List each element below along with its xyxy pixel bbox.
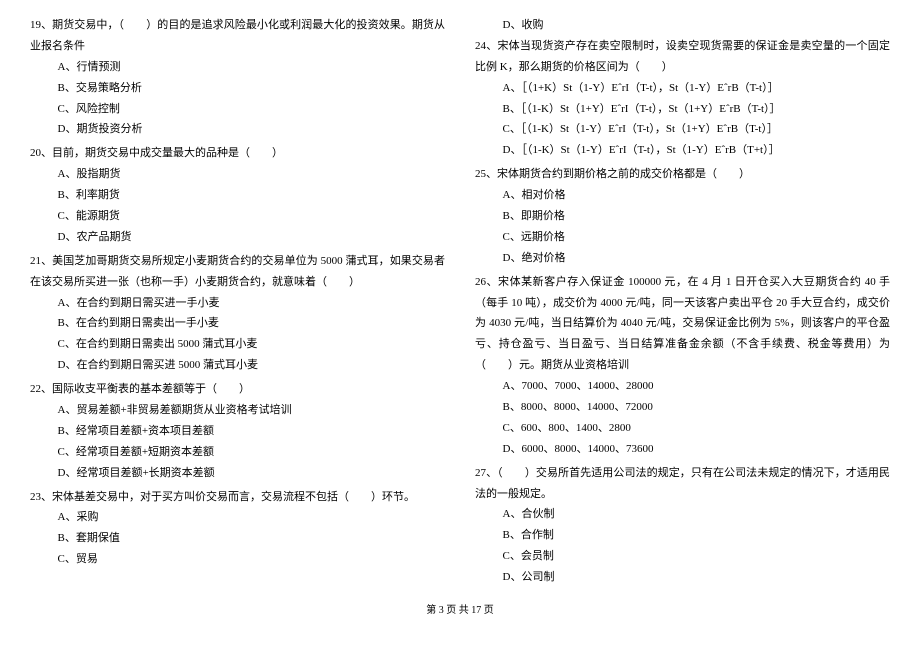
q24-opt-d: D、［（1-K）St（1-Y）EˆrI（T-t），St（1-Y）EˆrB（T+t…: [503, 140, 891, 161]
question-25: 25、宋体期货合约到期价格之前的成交价格都是（ ） A、相对价格 B、即期价格 …: [475, 164, 890, 268]
q20-options: A、股指期货 B、利率期货 C、能源期货 D、农产品期货: [30, 164, 445, 248]
q26-text: 26、宋体某新客户存入保证金 100000 元，在 4 月 1 日开仓买入大豆期…: [475, 272, 890, 376]
q20-text: 20、目前，期货交易中成交量最大的品种是（ ）: [30, 143, 445, 164]
q24-opt-b: B、［（1-K）St（1+Y）EˆrI（T-t），St（1+Y）EˆrB（T-t…: [503, 99, 891, 120]
right-column: D、收购 24、宋体当现货资产存在卖空限制时，设卖空现货需要的保证金是卖空量的一…: [475, 15, 890, 591]
left-column: 19、期货交易中，（ ）的目的是追求风险最小化或利润最大化的投资效果。期货从业报…: [30, 15, 445, 591]
q19-opt-a: A、行情预测: [58, 57, 446, 78]
q24-text: 24、宋体当现货资产存在卖空限制时，设卖空现货需要的保证金是卖空量的一个固定比例…: [475, 36, 890, 78]
q26-opt-b: B、8000、8000、14000、72000: [503, 397, 891, 418]
q20-opt-a: A、股指期货: [58, 164, 446, 185]
q26-opt-d: D、6000、8000、14000、73600: [503, 439, 891, 460]
q26-opt-c: C、600、800、1400、2800: [503, 418, 891, 439]
q22-options: A、贸易差额+非贸易差额期货从业资格考试培训 B、经常项目差额+资本项目差额 C…: [30, 400, 445, 484]
q23-text: 23、宋体基差交易中，对于买方叫价交易而言，交易流程不包括（ ）环节。: [30, 487, 445, 508]
q25-opt-c: C、远期价格: [503, 227, 891, 248]
q27-opt-a: A、合伙制: [503, 504, 891, 525]
question-27: 27、（ ）交易所首先适用公司法的规定，只有在公司法未规定的情况下，才适用民法的…: [475, 463, 890, 588]
q25-opt-b: B、即期价格: [503, 206, 891, 227]
q25-opt-d: D、绝对价格: [503, 248, 891, 269]
q20-opt-c: C、能源期货: [58, 206, 446, 227]
question-20: 20、目前，期货交易中成交量最大的品种是（ ） A、股指期货 B、利率期货 C、…: [30, 143, 445, 247]
q24-opt-a: A、［（1+K）St（1-Y）EˆrI（T-t），St（1-Y）EˆrB（T-t…: [503, 78, 891, 99]
q22-opt-d: D、经常项目差额+长期资本差额: [58, 463, 446, 484]
q19-opt-c: C、风险控制: [58, 99, 446, 120]
q21-opt-c: C、在合约到期日需卖出 5000 蒲式耳小麦: [58, 334, 446, 355]
q21-options: A、在合约到期日需买进一手小麦 B、在合约到期日需卖出一手小麦 C、在合约到期日…: [30, 293, 445, 377]
q19-options: A、行情预测 B、交易策略分析 C、风险控制 D、期货投资分析: [30, 57, 445, 141]
q20-opt-d: D、农产品期货: [58, 227, 446, 248]
question-21: 21、美国芝加哥期货交易所规定小麦期货合约的交易单位为 5000 蒲式耳，如果交…: [30, 251, 445, 376]
q25-options: A、相对价格 B、即期价格 C、远期价格 D、绝对价格: [475, 185, 890, 269]
q26-options: A、7000、7000、14000、28000 B、8000、8000、1400…: [475, 376, 890, 460]
q23-opt-b: B、套期保值: [58, 528, 446, 549]
page-footer: 第 3 页 共 17 页: [0, 601, 920, 620]
q22-opt-c: C、经常项目差额+短期资本差额: [58, 442, 446, 463]
q27-text: 27、（ ）交易所首先适用公司法的规定，只有在公司法未规定的情况下，才适用民法的…: [475, 463, 890, 505]
q22-opt-a: A、贸易差额+非贸易差额期货从业资格考试培训: [58, 400, 446, 421]
q23-options: A、采购 B、套期保值 C、贸易: [30, 507, 445, 570]
q21-text: 21、美国芝加哥期货交易所规定小麦期货合约的交易单位为 5000 蒲式耳，如果交…: [30, 251, 445, 293]
q24-options: A、［（1+K）St（1-Y）EˆrI（T-t），St（1-Y）EˆrB（T-t…: [475, 78, 890, 162]
question-26: 26、宋体某新客户存入保证金 100000 元，在 4 月 1 日开仓买入大豆期…: [475, 272, 890, 460]
q21-opt-b: B、在合约到期日需卖出一手小麦: [58, 313, 446, 334]
q21-opt-a: A、在合约到期日需买进一手小麦: [58, 293, 446, 314]
q22-opt-b: B、经常项目差额+资本项目差额: [58, 421, 446, 442]
q26-opt-a: A、7000、7000、14000、28000: [503, 376, 891, 397]
q23-options-cont: D、收购: [475, 15, 890, 36]
page-content: 19、期货交易中，（ ）的目的是追求风险最小化或利润最大化的投资效果。期货从业报…: [0, 0, 920, 596]
q23-opt-a: A、采购: [58, 507, 446, 528]
question-22: 22、国际收支平衡表的基本差额等于（ ） A、贸易差额+非贸易差额期货从业资格考…: [30, 379, 445, 483]
q24-opt-c: C、［（1-K）St（1-Y）EˆrI（T-t），St（1+Y）EˆrB（T-t…: [503, 119, 891, 140]
q22-text: 22、国际收支平衡表的基本差额等于（ ）: [30, 379, 445, 400]
q23-opt-d: D、收购: [503, 15, 891, 36]
q19-opt-b: B、交易策略分析: [58, 78, 446, 99]
q27-options: A、合伙制 B、合作制 C、会员制 D、公司制: [475, 504, 890, 588]
question-23: 23、宋体基差交易中，对于买方叫价交易而言，交易流程不包括（ ）环节。 A、采购…: [30, 487, 445, 571]
q20-opt-b: B、利率期货: [58, 185, 446, 206]
question-19: 19、期货交易中，（ ）的目的是追求风险最小化或利润最大化的投资效果。期货从业报…: [30, 15, 445, 140]
q19-opt-d: D、期货投资分析: [58, 119, 446, 140]
q27-opt-c: C、会员制: [503, 546, 891, 567]
q19-text: 19、期货交易中，（ ）的目的是追求风险最小化或利润最大化的投资效果。期货从业报…: [30, 15, 445, 57]
q27-opt-d: D、公司制: [503, 567, 891, 588]
question-24: 24、宋体当现货资产存在卖空限制时，设卖空现货需要的保证金是卖空量的一个固定比例…: [475, 36, 890, 161]
q21-opt-d: D、在合约到期日需买进 5000 蒲式耳小麦: [58, 355, 446, 376]
q23-opt-c: C、贸易: [58, 549, 446, 570]
q27-opt-b: B、合作制: [503, 525, 891, 546]
q25-text: 25、宋体期货合约到期价格之前的成交价格都是（ ）: [475, 164, 890, 185]
q25-opt-a: A、相对价格: [503, 185, 891, 206]
